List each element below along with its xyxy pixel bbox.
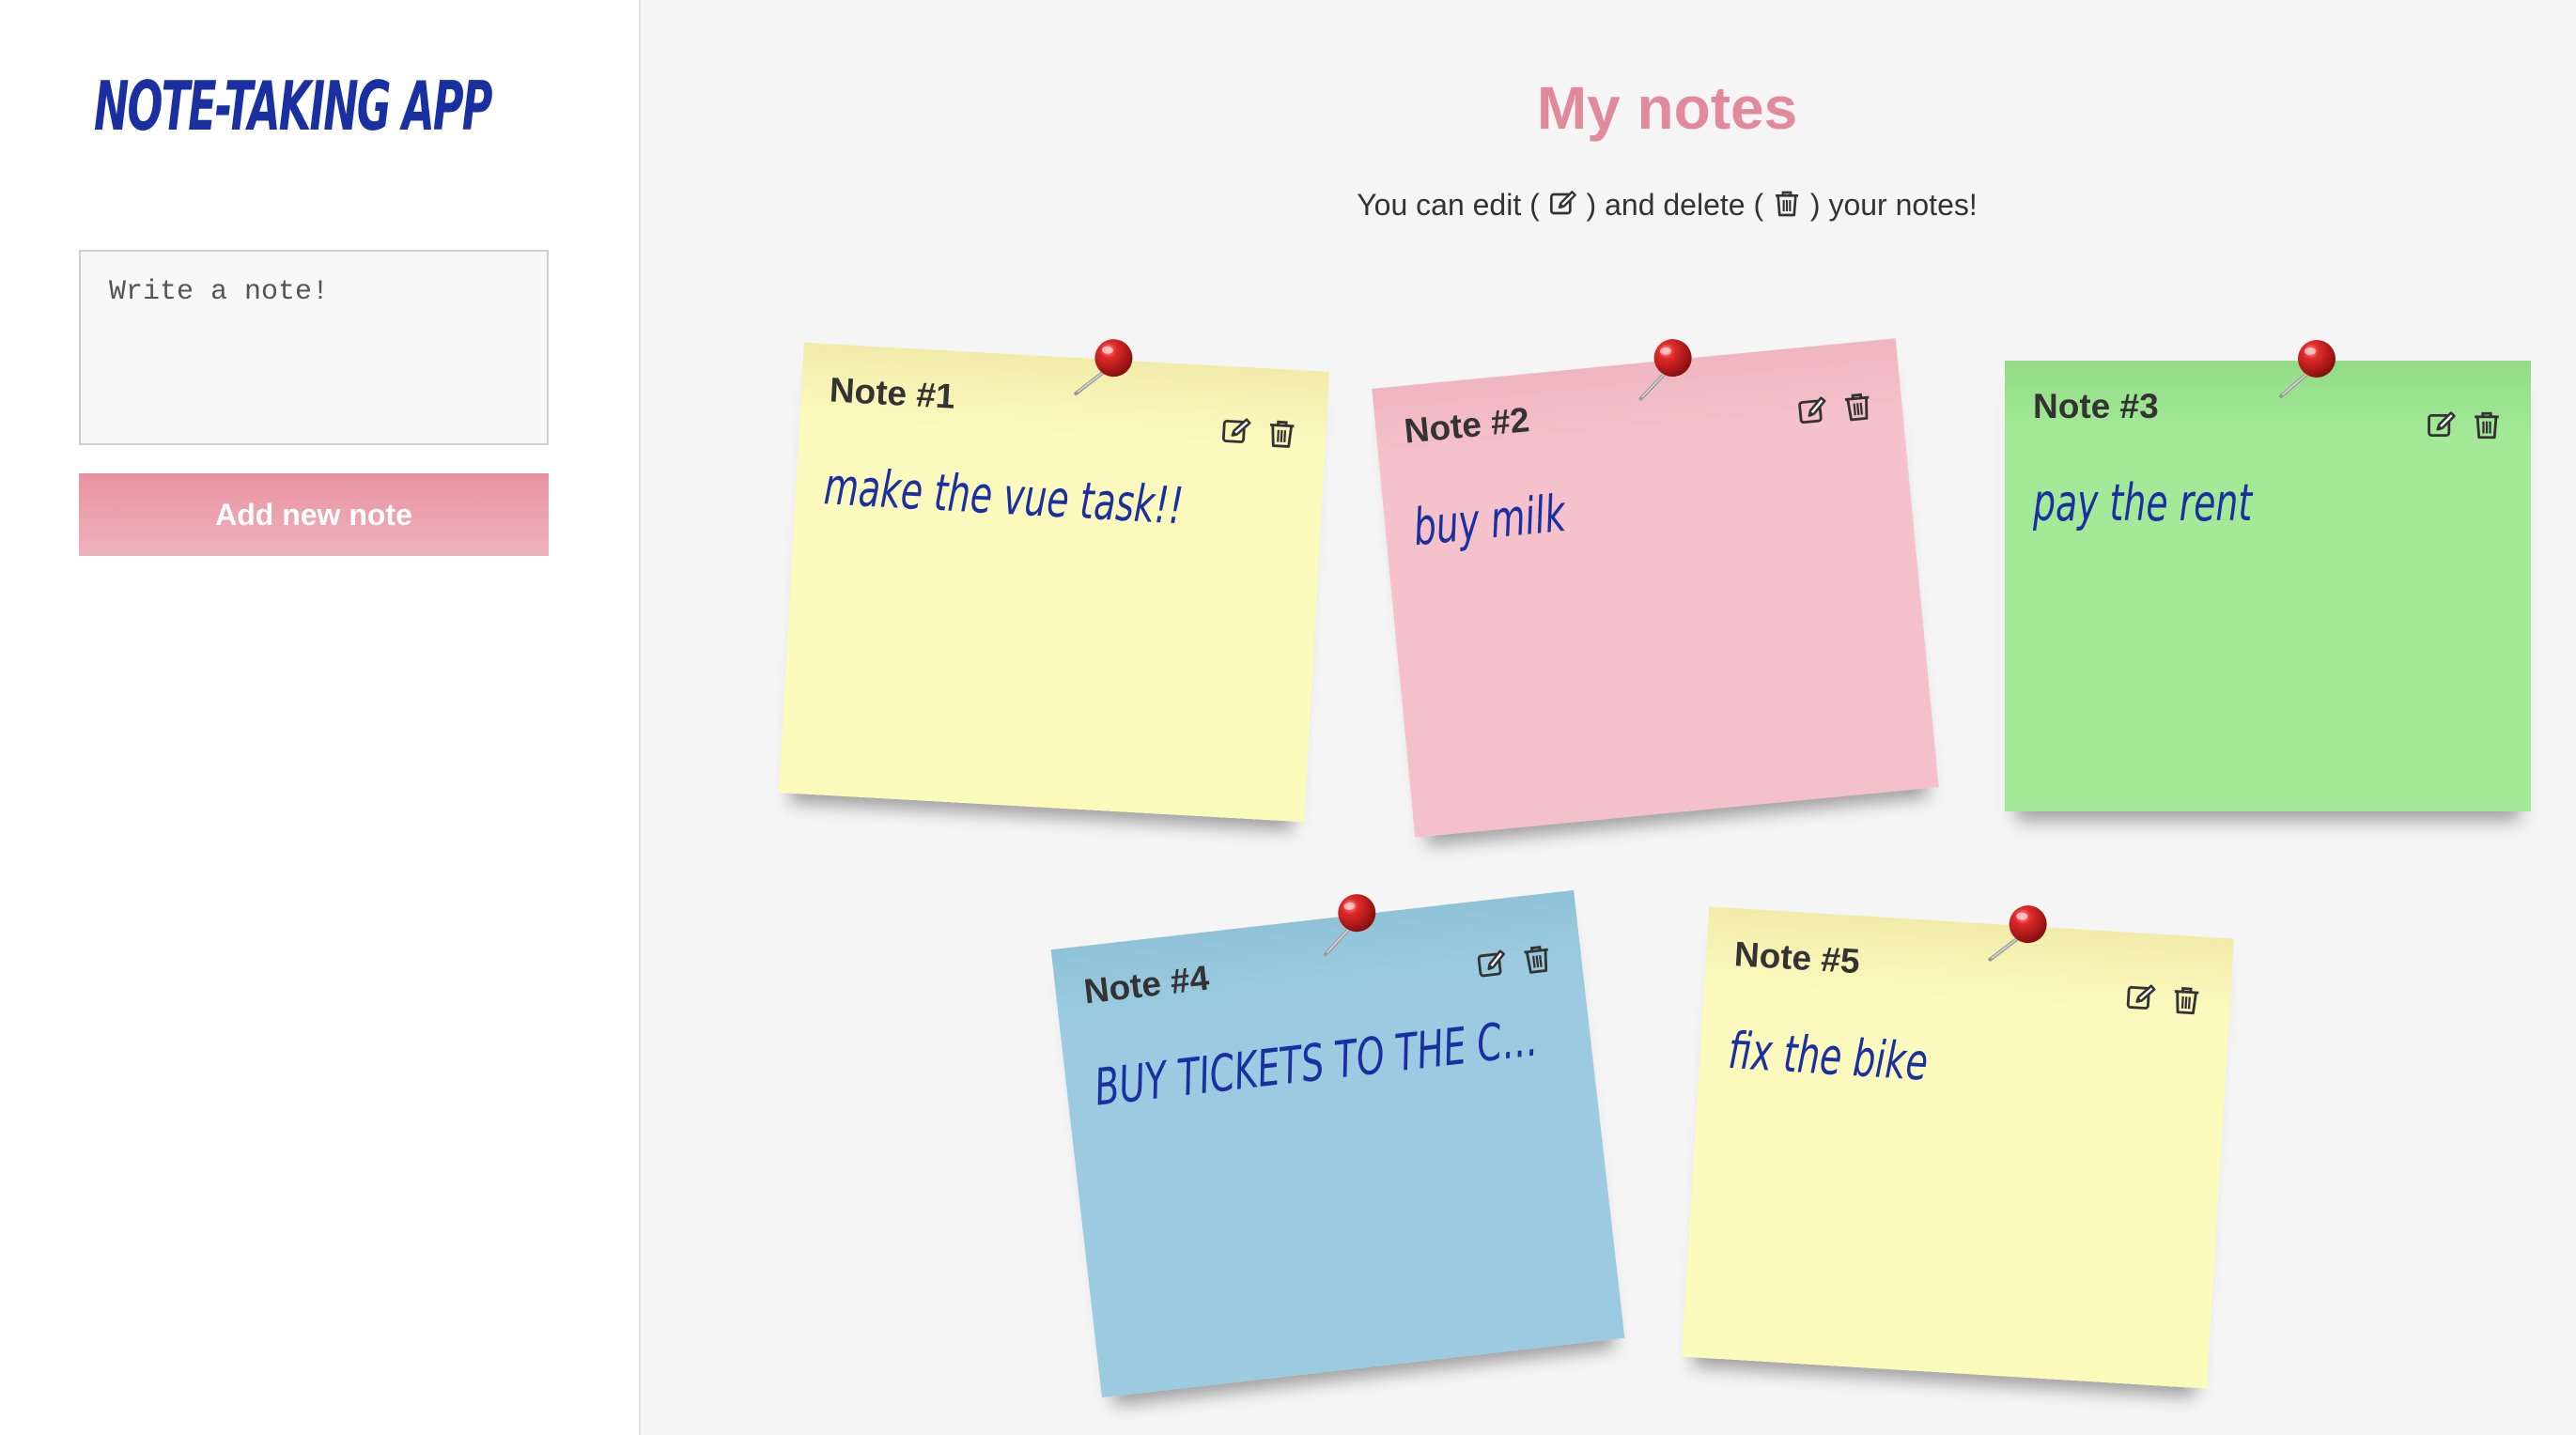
pushpin-icon — [1977, 899, 2056, 969]
trash-icon[interactable] — [1840, 390, 1875, 424]
trash-icon[interactable] — [1519, 942, 1555, 978]
edit-icon[interactable] — [2426, 409, 2458, 441]
subtitle-text-2: ) and delete ( — [1586, 188, 1764, 222]
pushpin-icon — [1063, 332, 1141, 402]
note-card: Note #3 pay the rent — [2005, 361, 2531, 811]
note-card: Note #2 buy milk — [1372, 338, 1939, 838]
note-text: BUY TICKETS TO THE CO... — [1092, 1007, 1550, 1118]
edit-icon — [1548, 189, 1578, 219]
pushpin-icon — [2268, 336, 2343, 402]
note-actions — [1219, 415, 1298, 452]
note-card: Note #1 make the vue task!! — [779, 343, 1329, 823]
note-title: Note #1 — [828, 370, 956, 416]
note-title: Note #3 — [2033, 387, 2159, 425]
note-actions — [2426, 409, 2503, 441]
edit-icon[interactable] — [1795, 394, 1830, 429]
notes-board: My notes You can edit ( ) and delete ( )… — [641, 0, 2576, 1435]
page-title: My notes — [1536, 74, 1798, 142]
note-text: fix the bike — [1726, 1020, 1930, 1092]
note-actions — [1475, 942, 1555, 982]
sidebar: NOTE-TAKING APP Add new note — [0, 0, 641, 1435]
note-actions — [1795, 390, 1875, 429]
note-title: Note #4 — [1081, 958, 1212, 1011]
trash-icon[interactable] — [2471, 409, 2503, 441]
pushpin-icon — [1622, 333, 1703, 406]
subtitle: You can edit ( ) and delete ( ) your not… — [641, 188, 2576, 223]
note-title: Note #5 — [1732, 934, 1861, 981]
edit-icon[interactable] — [2124, 981, 2158, 1015]
note-card: Note #4 BUY TICKETS TO THE CO... — [1050, 887, 1625, 1398]
edit-icon[interactable] — [1219, 415, 1253, 449]
edit-icon[interactable] — [1475, 947, 1511, 982]
note-text: make the vue task!! — [822, 456, 1186, 536]
note-actions — [2124, 981, 2203, 1018]
trash-icon[interactable] — [1265, 417, 1298, 451]
subtitle-text-1: You can edit ( — [1357, 188, 1540, 222]
trash-icon — [1772, 189, 1802, 219]
note-card: Note #5 fix the bike — [1681, 906, 2235, 1389]
note-text: buy milk — [1410, 483, 1569, 558]
note-input[interactable] — [79, 250, 549, 445]
pushpin-icon — [1306, 887, 1388, 962]
note-text: pay the rent — [2033, 473, 2253, 532]
subtitle-text-3: ) your notes! — [1809, 188, 1978, 222]
note-title: Note #2 — [1402, 400, 1531, 451]
app-title: NOTE-TAKING APP — [94, 67, 492, 146]
trash-icon[interactable] — [2169, 984, 2203, 1018]
add-note-button[interactable]: Add new note — [79, 473, 549, 556]
